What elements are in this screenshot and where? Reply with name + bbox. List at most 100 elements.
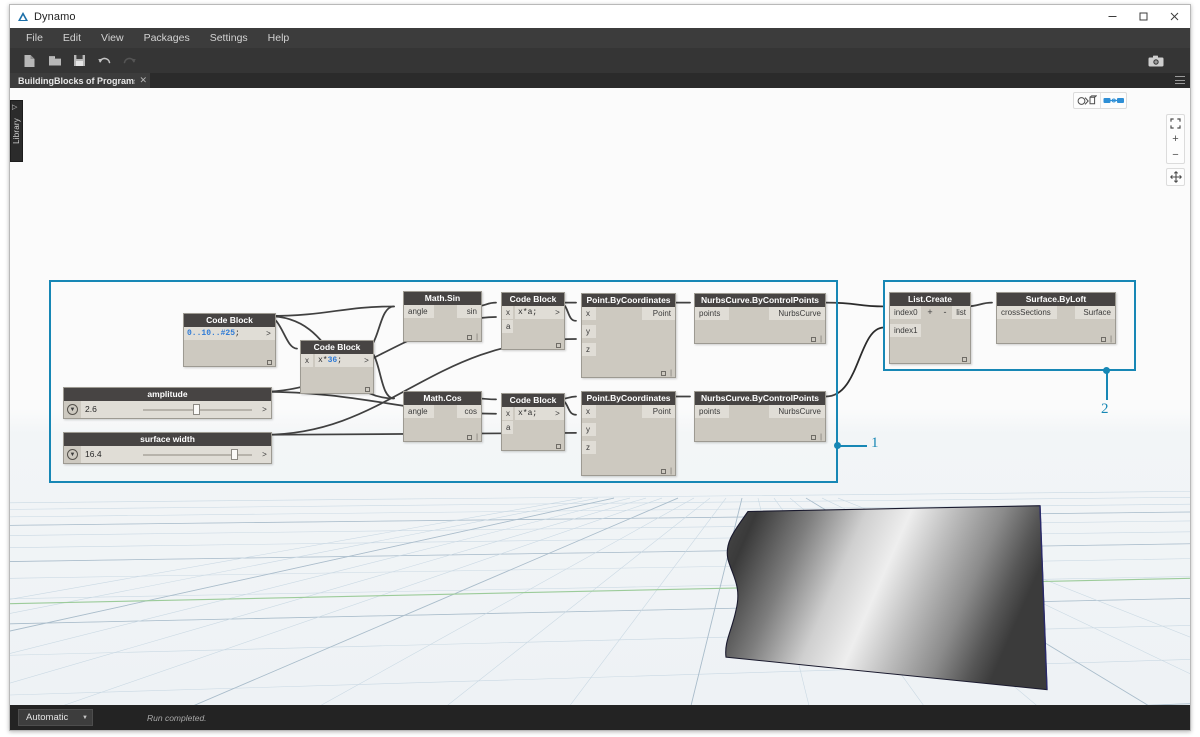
slider-track[interactable] — [137, 401, 258, 418]
pan-icon[interactable] — [1166, 168, 1185, 186]
node-math-cos[interactable]: Math.Cos angle cos | — [403, 391, 482, 442]
node-nurbscurve-top[interactable]: NurbsCurve.ByControlPoints points NurbsC… — [694, 293, 826, 344]
output-port[interactable]: > — [551, 407, 564, 420]
code-block-text[interactable]: 0..10..#25; — [184, 327, 262, 340]
output-port-nurbscurve[interactable]: NurbsCurve — [769, 307, 825, 320]
output-port[interactable]: > — [551, 306, 564, 319]
output-port-nurbscurve[interactable]: NurbsCurve — [769, 405, 825, 418]
lacing-icon[interactable]: | — [670, 468, 672, 475]
input-port-points[interactable]: points — [695, 405, 729, 418]
preview-toggle-icon[interactable] — [267, 360, 272, 365]
run-mode-dropdown[interactable]: Automatic ▼ — [18, 709, 93, 726]
input-port-x[interactable]: x — [582, 307, 596, 320]
lacing-icon[interactable]: | — [820, 434, 822, 441]
input-port-a[interactable]: a — [502, 320, 513, 333]
node-code-block-range[interactable]: Code Block 0..10..#25; > — [183, 313, 276, 367]
slider-value-input[interactable]: 16.4 — [81, 446, 137, 463]
node-nurbscurve-bottom[interactable]: NurbsCurve.ByControlPoints points NurbsC… — [694, 391, 826, 442]
input-port-z[interactable]: z — [582, 441, 596, 454]
tab-overflow-icon[interactable] — [1175, 76, 1185, 84]
menu-item-settings[interactable]: Settings — [200, 28, 258, 48]
slider-thumb[interactable] — [192, 404, 200, 415]
preview-toggle-icon[interactable] — [556, 444, 561, 449]
output-port[interactable]: > — [258, 446, 271, 463]
open-file-icon[interactable] — [42, 50, 67, 72]
input-port-angle[interactable]: angle — [404, 405, 434, 418]
undo-icon[interactable] — [92, 50, 117, 72]
close-icon[interactable]: ✕ — [139, 76, 147, 85]
new-file-icon[interactable] — [17, 50, 42, 72]
preview-toggle-icon[interactable] — [1101, 337, 1107, 342]
code-block-text[interactable]: x*36; — [315, 354, 360, 367]
lacing-icon[interactable]: | — [476, 434, 478, 441]
menu-item-edit[interactable]: Edit — [53, 28, 91, 48]
preview-toggle-icon[interactable] — [811, 337, 817, 342]
preview-toggle-icon[interactable] — [365, 387, 370, 392]
chevron-down-icon[interactable]: ▼ — [64, 401, 81, 418]
preview-toggle-icon[interactable] — [661, 371, 667, 376]
add-input-button[interactable]: + — [923, 306, 937, 319]
output-port-list[interactable]: list — [952, 306, 970, 319]
output-port-point[interactable]: Point — [642, 307, 675, 320]
close-icon[interactable] — [1159, 5, 1190, 28]
node-code-block-xa-bottom[interactable]: Code Block x a x*a; > — [501, 393, 565, 451]
node-slider-amplitude[interactable]: amplitude ▼ 2.6 > — [63, 387, 272, 419]
slider-track[interactable] — [137, 446, 258, 463]
zoom-to-fit-icon[interactable] — [1167, 115, 1184, 131]
input-port-x[interactable]: x — [582, 405, 596, 418]
input-port-y[interactable]: y — [582, 423, 596, 436]
preview-toggle-icon[interactable] — [661, 469, 667, 474]
input-port-z[interactable]: z — [582, 343, 596, 356]
input-port-points[interactable]: points — [695, 307, 729, 320]
output-port[interactable]: > — [262, 327, 275, 340]
background-preview-toggle-icon[interactable] — [1074, 93, 1100, 108]
workspace[interactable]: 1 2 Code Block 0..10..#25; > Code Block … — [10, 88, 1190, 705]
input-port-angle[interactable]: angle — [404, 305, 434, 318]
menu-item-help[interactable]: Help — [258, 28, 300, 48]
menu-item-file[interactable]: File — [16, 28, 53, 48]
minimize-icon[interactable] — [1097, 5, 1128, 28]
redo-icon[interactable] — [117, 50, 142, 72]
lacing-icon[interactable]: | — [670, 370, 672, 377]
input-port-x[interactable]: x — [301, 354, 313, 367]
graph-view-toggle-icon[interactable] — [1100, 93, 1126, 108]
expand-library-icon[interactable]: ▷ — [12, 103, 17, 111]
preview-toggle-icon[interactable] — [556, 343, 561, 348]
node-surface-byloft[interactable]: Surface.ByLoft crossSections Surface | — [996, 292, 1116, 344]
remove-input-button[interactable]: - — [938, 306, 952, 319]
slider-thumb[interactable] — [231, 449, 239, 460]
node-point-bycoordinates-top[interactable]: Point.ByCoordinates x y z Point | — [581, 293, 676, 378]
lacing-icon[interactable]: | — [820, 336, 822, 343]
node-math-sin[interactable]: Math.Sin angle sin | — [403, 291, 482, 342]
maximize-icon[interactable] — [1128, 5, 1159, 28]
input-port-x[interactable]: x — [502, 407, 513, 420]
chevron-down-icon[interactable]: ▼ — [64, 446, 81, 463]
node-list-create[interactable]: List.Create index0 index1 + - list — [889, 292, 971, 364]
input-port-x[interactable]: x — [502, 306, 513, 319]
code-block-text[interactable]: x*a; — [515, 306, 551, 319]
input-port-index1[interactable]: index1 — [890, 324, 921, 337]
input-port-a[interactable]: a — [502, 421, 513, 434]
input-port-y[interactable]: y — [582, 325, 596, 338]
preview-toggle-icon[interactable] — [962, 357, 967, 362]
preview-toggle-icon[interactable] — [467, 435, 473, 440]
input-port-crosssections[interactable]: crossSections — [997, 306, 1057, 319]
output-port[interactable]: > — [258, 401, 271, 418]
lacing-icon[interactable]: | — [1110, 336, 1112, 343]
output-port-surface[interactable]: Surface — [1075, 306, 1115, 319]
camera-icon[interactable] — [1143, 50, 1168, 72]
output-port-point[interactable]: Point — [642, 405, 675, 418]
node-code-block-x36[interactable]: Code Block x x*36; > — [300, 340, 374, 394]
lacing-icon[interactable]: | — [476, 334, 478, 341]
preview-toggle-icon[interactable] — [467, 335, 473, 340]
output-port[interactable]: > — [360, 354, 373, 367]
menu-item-view[interactable]: View — [91, 28, 134, 48]
node-point-bycoordinates-bottom[interactable]: Point.ByCoordinates x y z Point | — [581, 391, 676, 476]
slider-value-input[interactable]: 2.6 — [81, 401, 137, 418]
code-block-text[interactable]: x*a; — [515, 407, 551, 420]
zoom-out-button[interactable]: − — [1167, 147, 1184, 163]
output-port-cos[interactable]: cos — [457, 405, 481, 418]
preview-toggle-icon[interactable] — [811, 435, 817, 440]
node-code-block-xa-top[interactable]: Code Block x a x*a; > — [501, 292, 565, 350]
menu-item-packages[interactable]: Packages — [134, 28, 200, 48]
